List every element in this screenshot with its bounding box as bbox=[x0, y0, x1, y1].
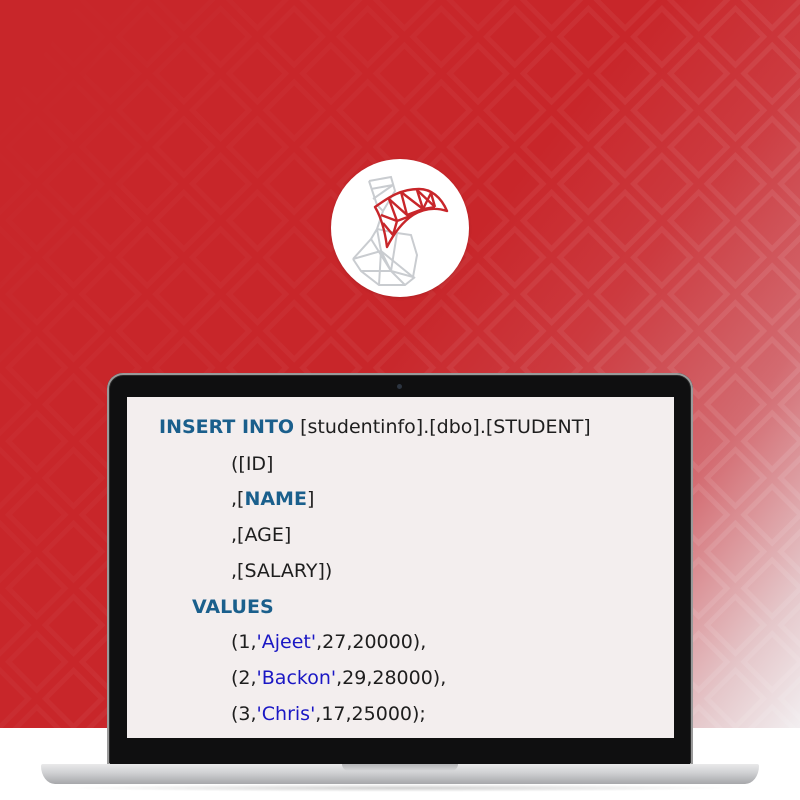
code-line-id: ([ID] bbox=[231, 453, 273, 475]
code-line-age: ,[AGE] bbox=[231, 524, 291, 546]
row-name-string: 'Backon' bbox=[256, 667, 337, 689]
row-open: (2, bbox=[231, 667, 257, 689]
row-rest: ,27,20000), bbox=[316, 631, 427, 653]
keyword-insert-into: INSERT INTO bbox=[159, 416, 295, 438]
row-name-string: 'Ajeet' bbox=[256, 631, 317, 653]
row-open: (3, bbox=[231, 703, 257, 725]
laptop-bezel-bottom bbox=[110, 740, 690, 764]
code-line-name: ,[NAME] bbox=[231, 488, 314, 510]
row-open: (1, bbox=[231, 631, 257, 653]
code-line-salary: ,[SALARY]) bbox=[231, 560, 332, 582]
column-id: ([ID] bbox=[231, 453, 274, 475]
row-name-string: 'Chris' bbox=[256, 703, 316, 725]
name-suffix: ] bbox=[306, 488, 315, 510]
sql-server-logo-icon bbox=[331, 159, 469, 297]
camera-icon bbox=[397, 384, 402, 389]
row-rest: ,17,25000); bbox=[315, 703, 426, 725]
laptop-shadow bbox=[60, 784, 740, 792]
code-row: (2,'Backon',29,28000), bbox=[231, 667, 446, 689]
laptop-notch bbox=[342, 764, 458, 771]
code-line-values: VALUES bbox=[192, 596, 274, 618]
row-rest: ,29,28000), bbox=[336, 667, 447, 689]
keyword-values: VALUES bbox=[192, 596, 274, 618]
column-salary: ,[SALARY]) bbox=[231, 560, 333, 582]
code-row: (1,'Ajeet',27,20000), bbox=[231, 631, 426, 653]
column-age: ,[AGE] bbox=[231, 524, 292, 546]
code-line-insert: INSERT INTO [studentinfo].[dbo].[STUDENT… bbox=[159, 416, 591, 438]
keyword-name: NAME bbox=[244, 488, 307, 510]
name-prefix: ,[ bbox=[231, 488, 245, 510]
code-row: (3,'Chris',17,25000); bbox=[231, 703, 426, 725]
table-name: [studentinfo].[dbo].[STUDENT] bbox=[294, 416, 591, 438]
